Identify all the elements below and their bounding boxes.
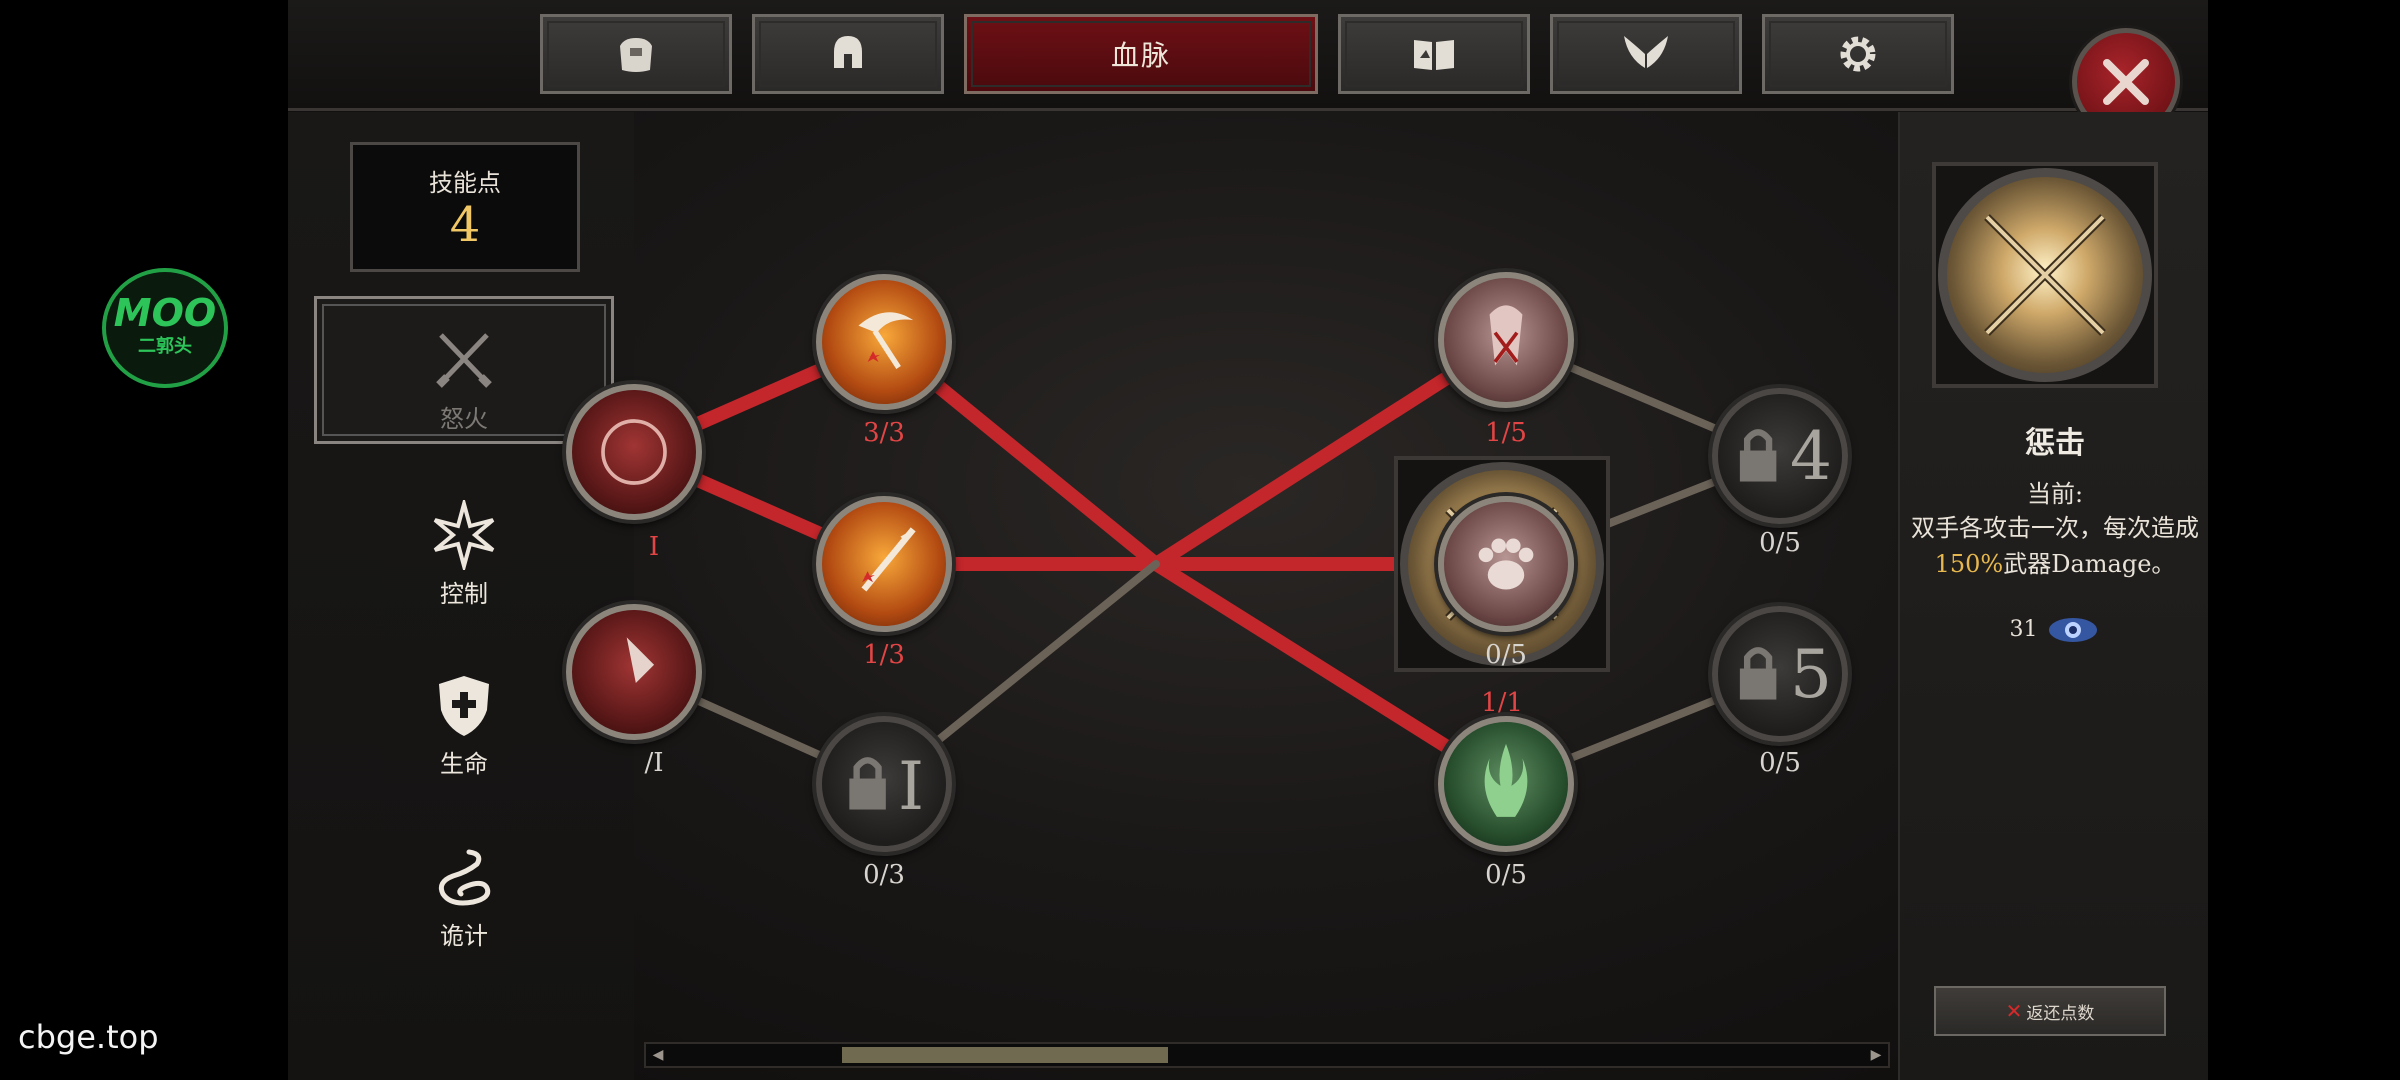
top-tab-bar: 血脉 <box>288 0 2208 136</box>
moo-logo-title: MOO <box>113 291 217 335</box>
tab-equipment[interactable] <box>752 14 944 94</box>
skill-node-partial-bottom[interactable] <box>566 604 702 740</box>
category-fury-label: 怒火 <box>440 405 488 433</box>
blood-claw-icon <box>1489 305 1523 366</box>
category-panel: 技能点 4 怒火 控制 生命 诡计 <box>288 112 634 1080</box>
moo-logo: MOO 二郭头 <box>102 268 228 388</box>
paw-print-icon <box>1478 538 1534 590</box>
crossed-swords-icon <box>436 333 492 388</box>
skill-node-scythe-level: 3/3 <box>863 418 905 448</box>
helmet-icon <box>834 36 862 68</box>
skill-node-spear[interactable] <box>816 496 952 632</box>
skill-node-spear-level: 1/3 <box>863 640 905 670</box>
skill-points-box: 技能点 4 <box>350 142 580 272</box>
skill-node-locked-5-number: 5 <box>1790 636 1832 713</box>
skill-node-partial-top-level: I <box>648 532 660 562</box>
skill-node-locked-1-level: 0/3 <box>863 860 905 890</box>
skill-cost-value: 31 <box>2009 617 2038 642</box>
skill-node-locked-1-number: I <box>898 748 925 825</box>
category-trickery-label: 诡计 <box>440 922 488 950</box>
desc-highlight: 150% <box>1934 550 2004 578</box>
category-life-label: 生命 <box>440 750 488 778</box>
tab-bloodline-label: 血脉 <box>1110 39 1171 72</box>
skill-node-locked-1[interactable]: I <box>816 716 952 852</box>
category-trickery[interactable]: 诡计 <box>314 842 614 951</box>
moo-logo-subtitle: 二郭头 <box>138 336 192 357</box>
tab-wings[interactable] <box>1550 14 1742 94</box>
axe-icon <box>626 637 655 683</box>
desc-text-pre: 双手各攻击一次，每次造成 <box>1911 514 2199 542</box>
gear-icon <box>1840 36 1876 72</box>
scroll-left-arrow-icon[interactable]: ◀ <box>648 1046 668 1064</box>
skill-name: 惩击 <box>2025 426 2085 461</box>
skill-node-locked-4-number: 4 <box>1790 418 1832 495</box>
current-level-label: 当前: <box>2026 480 2084 508</box>
crossed-swords-icon <box>1984 214 2106 336</box>
detail-skill-icon <box>1932 162 2158 388</box>
tab-inventory[interactable] <box>540 14 732 94</box>
skill-points-label: 技能点 <box>429 169 501 197</box>
bag-icon <box>620 38 652 72</box>
spear-icon <box>861 527 916 592</box>
skill-node-green-spirit-level: 0/5 <box>1485 860 1527 890</box>
game-frame: 血脉 技能点 4 怒火 控制 生命 诡计 I /I 3/3 1/3 I 0/3 … <box>288 0 2208 1080</box>
scroll-right-arrow-icon[interactable]: ▶ <box>1866 1046 1886 1064</box>
skill-node-blood-claw[interactable] <box>1438 272 1574 408</box>
snake-icon <box>438 849 491 906</box>
starburst-icon <box>433 500 495 570</box>
scroll-thumb[interactable] <box>842 1047 1169 1063</box>
refund-x-icon: ✕ <box>2005 999 2023 1023</box>
skill-node-locked-5[interactable]: 5 <box>1712 606 1848 742</box>
skill-node-partial-top[interactable] <box>566 384 702 520</box>
skill-node-blood-claw-level: 1/5 <box>1485 418 1527 448</box>
skill-detail-panel: 惩击 当前: 双手各攻击一次，每次造成 150%武器Damage。 31 ✕ 返还… <box>1898 112 2208 1080</box>
skill-node-crossed-swords-level: 1/1 <box>1481 688 1523 718</box>
skill-cost: 31 <box>1900 612 2208 648</box>
skill-node-locked-4-level: 0/5 <box>1759 528 1801 558</box>
detail-icon-disc <box>1938 168 2152 382</box>
skill-node-scythe[interactable] <box>816 274 952 410</box>
tab-codex[interactable] <box>1338 14 1530 94</box>
close-icon <box>2103 59 2149 105</box>
skill-tree: I /I 3/3 1/3 I 0/3 1/1 1/5 0/5 0/5 4 0/5… <box>566 112 1884 1042</box>
category-control[interactable]: 控制 <box>314 500 614 609</box>
green-spirit-icon <box>1484 743 1528 817</box>
lock-icon <box>849 757 886 810</box>
skill-node-paw[interactable] <box>1438 496 1574 632</box>
skill-points-value: 4 <box>449 197 481 253</box>
tab-bloodline[interactable]: 血脉 <box>964 14 1318 94</box>
shield-cross-icon <box>439 676 489 736</box>
refund-points-label: 返还点数 <box>2026 1003 2095 1024</box>
wings-icon <box>1624 36 1668 68</box>
skill-node-locked-5-level: 0/5 <box>1759 748 1801 778</box>
skill-node-partial-bottom-level: /I <box>644 748 664 778</box>
tree-scrollbar[interactable]: ◀ ▶ <box>644 1042 1890 1068</box>
refund-points-button[interactable]: ✕ 返还点数 <box>1934 986 2166 1036</box>
skill-node-green-spirit[interactable] <box>1438 716 1574 852</box>
category-control-label: 控制 <box>440 580 488 608</box>
tab-settings[interactable] <box>1762 14 1954 94</box>
skill-node-locked-4[interactable]: 4 <box>1712 388 1848 524</box>
category-fury[interactable]: 怒火 <box>314 296 614 444</box>
sigil-icon <box>601 419 667 485</box>
skill-node-paw-level: 0/5 <box>1485 640 1527 670</box>
skill-description: 双手各攻击一次，每次造成 150%武器Damage。 <box>1910 510 2200 582</box>
scythe-icon <box>858 312 914 370</box>
desc-text-post: 武器Damage。 <box>2003 550 2176 578</box>
eye-orb-icon <box>2048 618 2097 642</box>
book-icon <box>1414 40 1454 70</box>
watermark-text: cbge.top <box>18 1018 159 1056</box>
